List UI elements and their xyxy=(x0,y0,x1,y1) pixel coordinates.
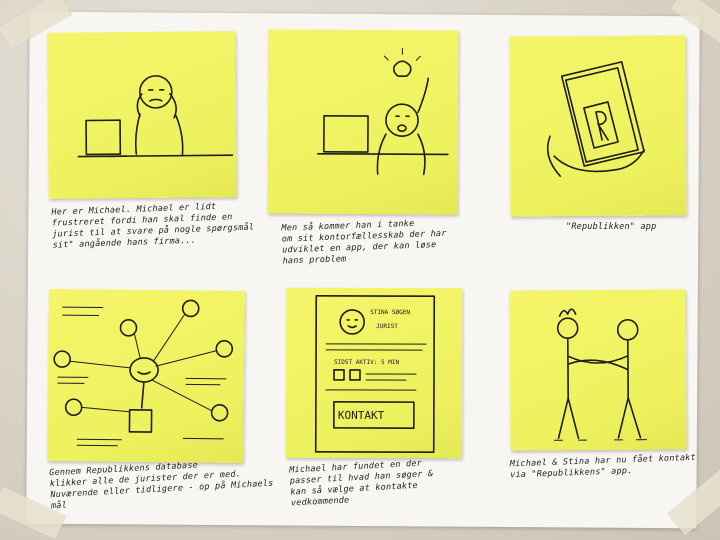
profile-status-text: SIDST AKTIV: 5 MIN xyxy=(334,359,399,366)
sticky-note-4 xyxy=(47,288,245,464)
sticky-note-2 xyxy=(267,29,459,215)
sketch-idea-michael xyxy=(317,47,449,176)
sticky-note-6 xyxy=(509,289,687,451)
sketch-frustrated-michael xyxy=(77,75,234,158)
sticky-note-5: STINA SØGEN JURIST SIDST AKTIV: 5 MIN KO… xyxy=(285,287,463,459)
contact-button-sketch-text: KONTAKT xyxy=(338,409,385,422)
sticky-note-3 xyxy=(509,35,687,217)
sketch-jurist-profile: STINA SØGEN JURIST SIDST AKTIV: 5 MIN KO… xyxy=(314,294,436,454)
sketch-database-network xyxy=(53,299,234,447)
caption-3: "Republikken" app xyxy=(566,222,657,232)
profile-role-text: JURIST xyxy=(376,323,398,330)
profile-name-text: STINA SØGEN xyxy=(370,309,410,316)
sketch-phone-app xyxy=(546,61,645,177)
sticky-note-1 xyxy=(47,31,237,199)
sketch-handshake xyxy=(553,308,647,441)
caption-1: Her er Michael. Michael er lidt frustrer… xyxy=(51,201,255,251)
caption-2: Men så kommer han i tanke om sit kontorf… xyxy=(281,218,447,267)
